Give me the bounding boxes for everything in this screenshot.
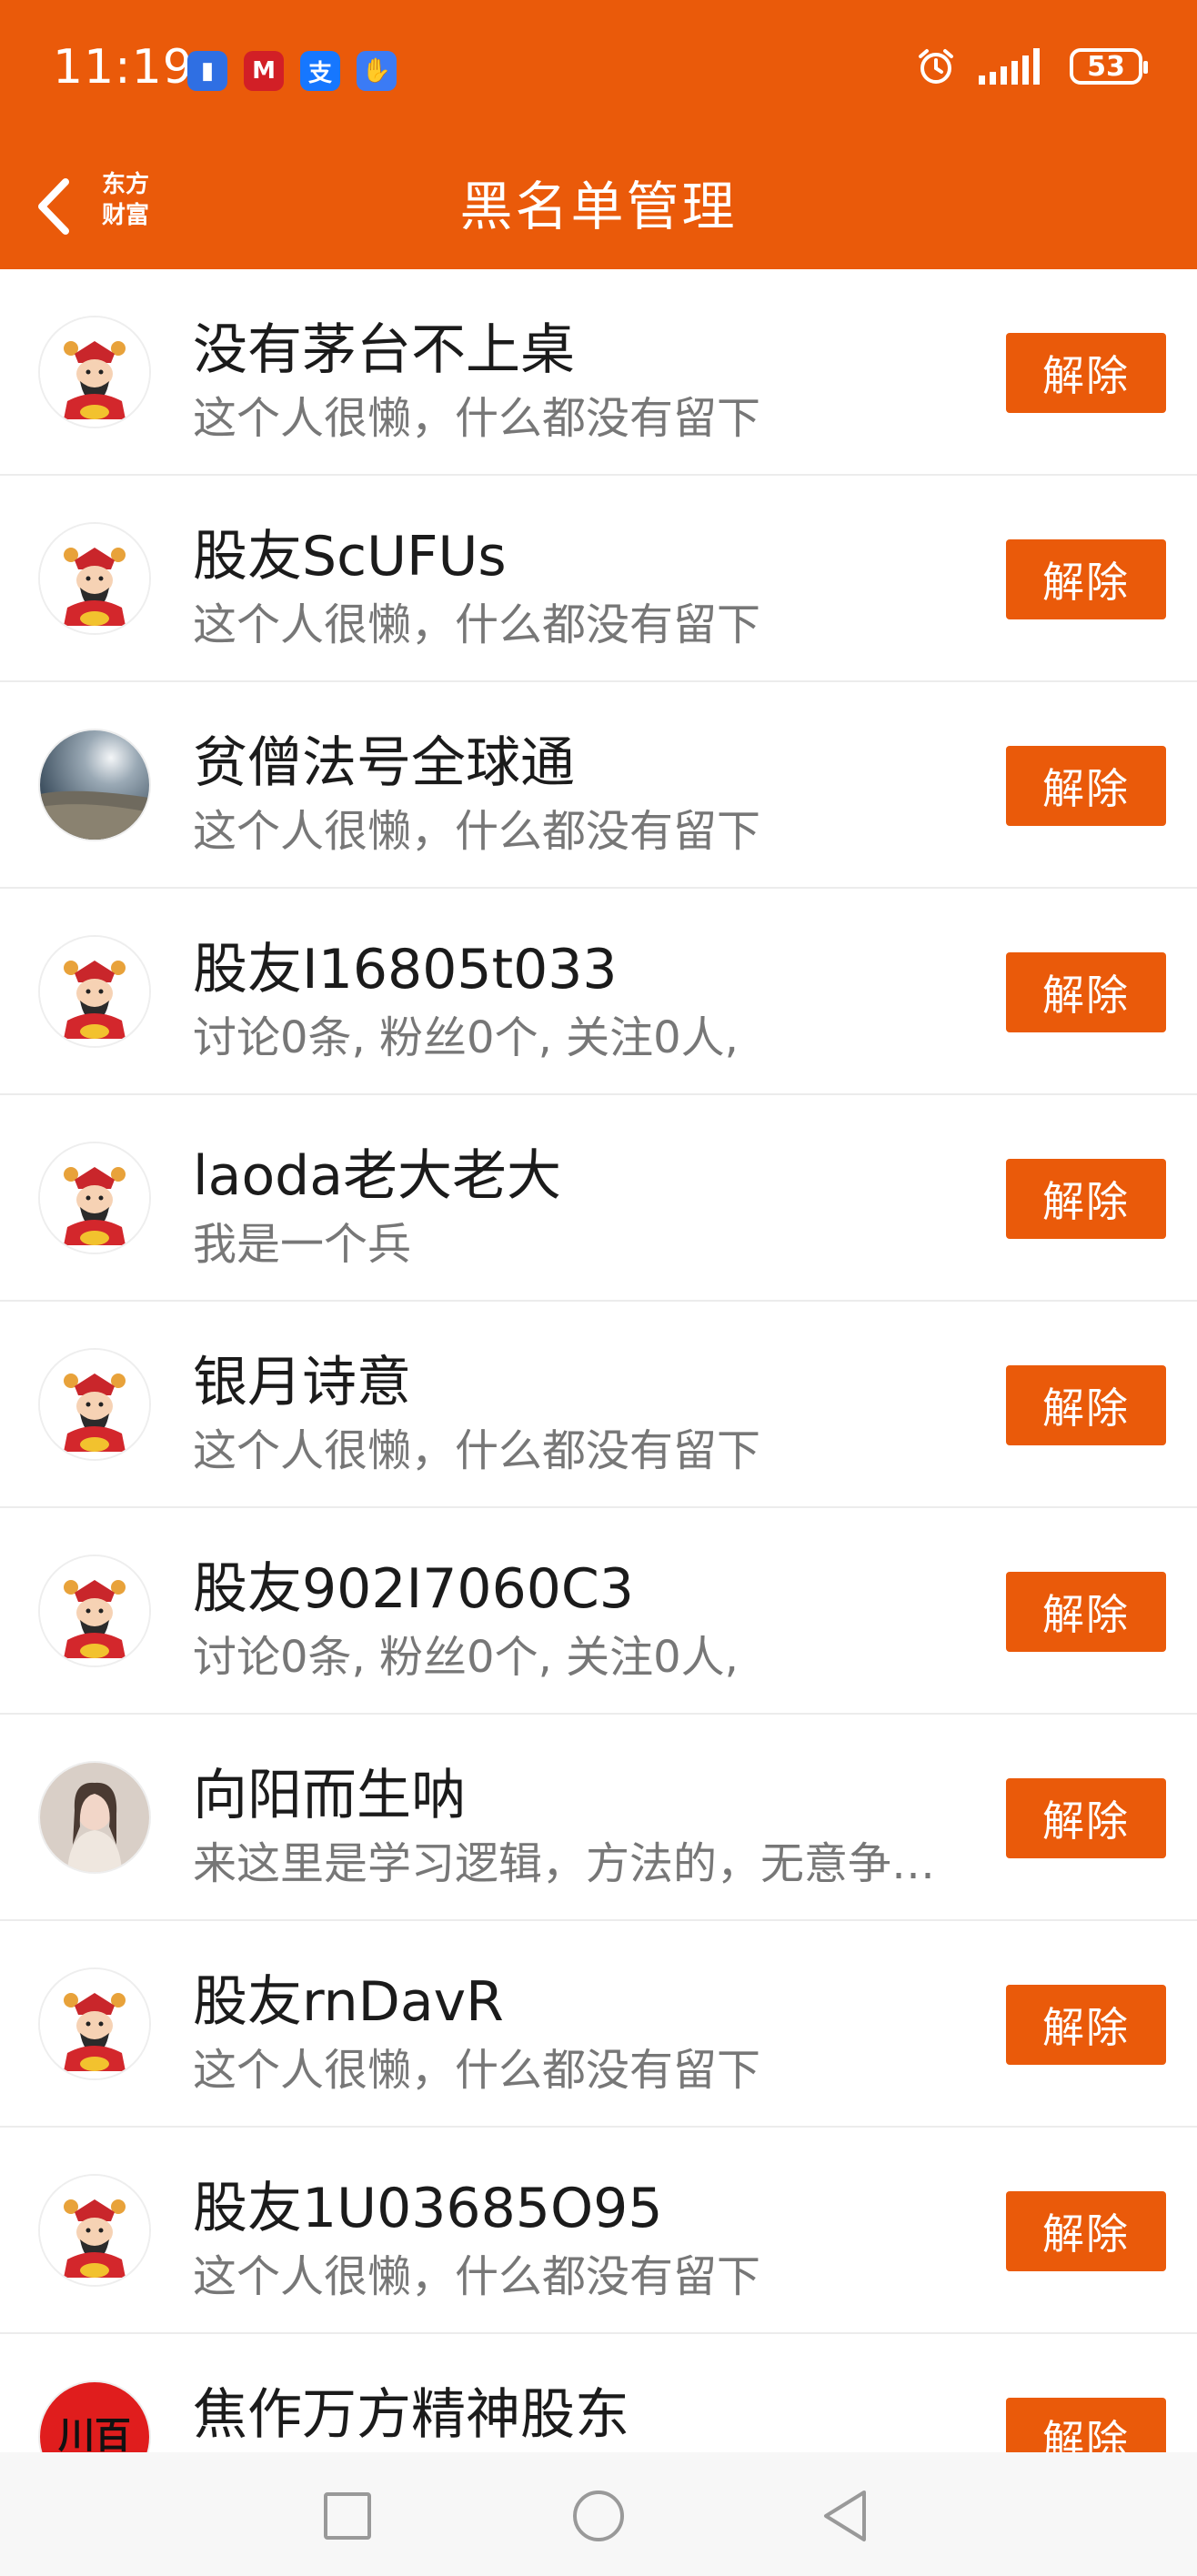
list-item[interactable]: 股友I16805t033 讨论0条, 粉丝0个, 关注0人, 解除 — [0, 889, 1197, 1095]
recent-apps-button[interactable] — [311, 2480, 384, 2552]
unblock-button[interactable]: 解除 — [1006, 1572, 1166, 1652]
back-nav-button[interactable] — [810, 2480, 882, 2552]
user-name: 焦作万方精神股东 — [193, 2383, 629, 2447]
user-name: 股友902I7060C3 — [193, 1557, 634, 1621]
status-bar: 11:19 ▮ M 支 ✋ 53 — [0, 0, 1197, 144]
user-description: 我是一个兵 — [193, 1219, 412, 1270]
unblock-button[interactable]: 解除 — [1006, 1365, 1166, 1445]
hand-app-icon: ✋ — [357, 51, 397, 91]
user-name: 没有茅台不上桌 — [193, 318, 575, 382]
user-description: 这个人很懒，什么都没有留下 — [193, 1425, 761, 1476]
page-title: 黑名单管理 — [459, 176, 738, 237]
avatar[interactable] — [38, 2174, 151, 2287]
battery-level: 53 — [1087, 50, 1125, 83]
blacklist: 没有茅台不上桌 这个人很懒，什么都没有留下 解除 股友ScUFUs 这个人很懒，什么都没… — [0, 269, 1197, 2541]
avatar[interactable] — [38, 1348, 151, 1461]
system-nav-bar — [0, 2452, 1197, 2576]
avatar[interactable] — [38, 522, 151, 635]
avatar[interactable] — [38, 729, 151, 841]
avatar[interactable] — [38, 1142, 151, 1254]
unblock-button[interactable]: 解除 — [1006, 746, 1166, 826]
eastmoney-logo: 东方 财富 — [93, 169, 158, 242]
unblock-button[interactable]: 解除 — [1006, 333, 1166, 413]
list-item[interactable]: laoda老大老大我是一个兵 解除 — [0, 1095, 1197, 1302]
user-name: 银月诗意 — [193, 1351, 411, 1414]
avatar[interactable] — [38, 1761, 151, 1874]
unblock-button[interactable]: 解除 — [1006, 1778, 1166, 1858]
user-name: 向阳而生呐 — [193, 1764, 466, 1827]
back-arrow-icon — [38, 178, 69, 235]
user-description: 讨论0条, 粉丝0个, 关注0人, — [193, 1632, 739, 1683]
user-name: 股友rnDavR — [193, 1970, 504, 2034]
user-description: 这个人很懒，什么都没有留下 — [193, 393, 761, 444]
unblock-button[interactable]: 解除 — [1006, 1159, 1166, 1239]
square-icon — [324, 2492, 371, 2540]
circle-icon — [573, 2490, 624, 2541]
unblock-button[interactable]: 解除 — [1006, 539, 1166, 619]
avatar[interactable] — [38, 935, 151, 1048]
user-description: 这个人很懒，什么都没有留下 — [193, 2045, 761, 2096]
list-item[interactable]: 没有茅台不上桌这个人很懒，什么都没有留下 解除 — [0, 269, 1197, 476]
svg-text:川百: 川百 — [58, 2415, 131, 2457]
status-indicators: 53 — [915, 45, 1148, 87]
list-item[interactable]: 股友ScUFUs 这个人很懒，什么都没有留下 解除 — [0, 476, 1197, 682]
metro-app-icon: M — [244, 51, 284, 91]
user-name: laoda老大老大 — [193, 1144, 561, 1208]
user-description: 来这里是学习逻辑，方法的，无意争… — [193, 1838, 936, 1889]
back-button[interactable] — [25, 171, 91, 242]
user-description: 这个人很懒，什么都没有留下 — [193, 806, 761, 857]
unblock-button[interactable]: 解除 — [1006, 2191, 1166, 2271]
user-name: 股友I16805t033 — [193, 938, 618, 1001]
list-item[interactable]: 股友902I7060C3 讨论0条, 粉丝0个, 关注0人, 解除 — [0, 1508, 1197, 1715]
list-item[interactable]: 股友rnDavR 这个人很懒，什么都没有留下 解除 — [0, 1921, 1197, 2128]
app-header: 黑名单管理 东方 财富 — [0, 144, 1197, 269]
battery-indicator: 53 — [1070, 48, 1148, 85]
logo-line-1: 东方 — [101, 171, 149, 198]
user-name: 股友1U03685O95 — [193, 2177, 663, 2240]
avatar[interactable] — [38, 316, 151, 428]
list-item[interactable]: 向阳而生呐来这里是学习逻辑，方法的，无意争… 解除 — [0, 1715, 1197, 1921]
list-item[interactable]: 银月诗意这个人很懒，什么都没有留下 解除 — [0, 1302, 1197, 1508]
unblock-button[interactable]: 解除 — [1006, 952, 1166, 1032]
home-button[interactable] — [562, 2480, 635, 2552]
avatar[interactable] — [38, 1967, 151, 2080]
unblock-button[interactable]: 解除 — [1006, 1985, 1166, 2065]
user-description: 这个人很懒，什么都没有留下 — [193, 2251, 761, 2302]
avatar[interactable] — [38, 1555, 151, 1667]
user-description: 讨论0条, 粉丝0个, 关注0人, — [193, 1012, 739, 1063]
list-item[interactable]: 股友1U03685O95 这个人很懒，什么都没有留下 解除 — [0, 2128, 1197, 2334]
voice-app-icon: ▮ — [187, 51, 227, 91]
logo-line-2: 财富 — [101, 202, 149, 229]
user-name: 贫僧法号全球通 — [193, 731, 575, 795]
status-time: 11:19 — [53, 40, 194, 95]
list-item[interactable]: 贫僧法号全球通这个人很懒，什么都没有留下 解除 — [0, 682, 1197, 889]
user-description: 这个人很懒，什么都没有留下 — [193, 599, 761, 650]
status-app-icons: ▮ M 支 ✋ — [187, 51, 397, 91]
triangle-back-icon — [824, 2490, 866, 2541]
signal-icon — [979, 48, 1040, 85]
alarm-icon — [919, 49, 953, 84]
user-name: 股友ScUFUs — [193, 525, 507, 589]
alipay-icon: 支 — [300, 51, 340, 91]
